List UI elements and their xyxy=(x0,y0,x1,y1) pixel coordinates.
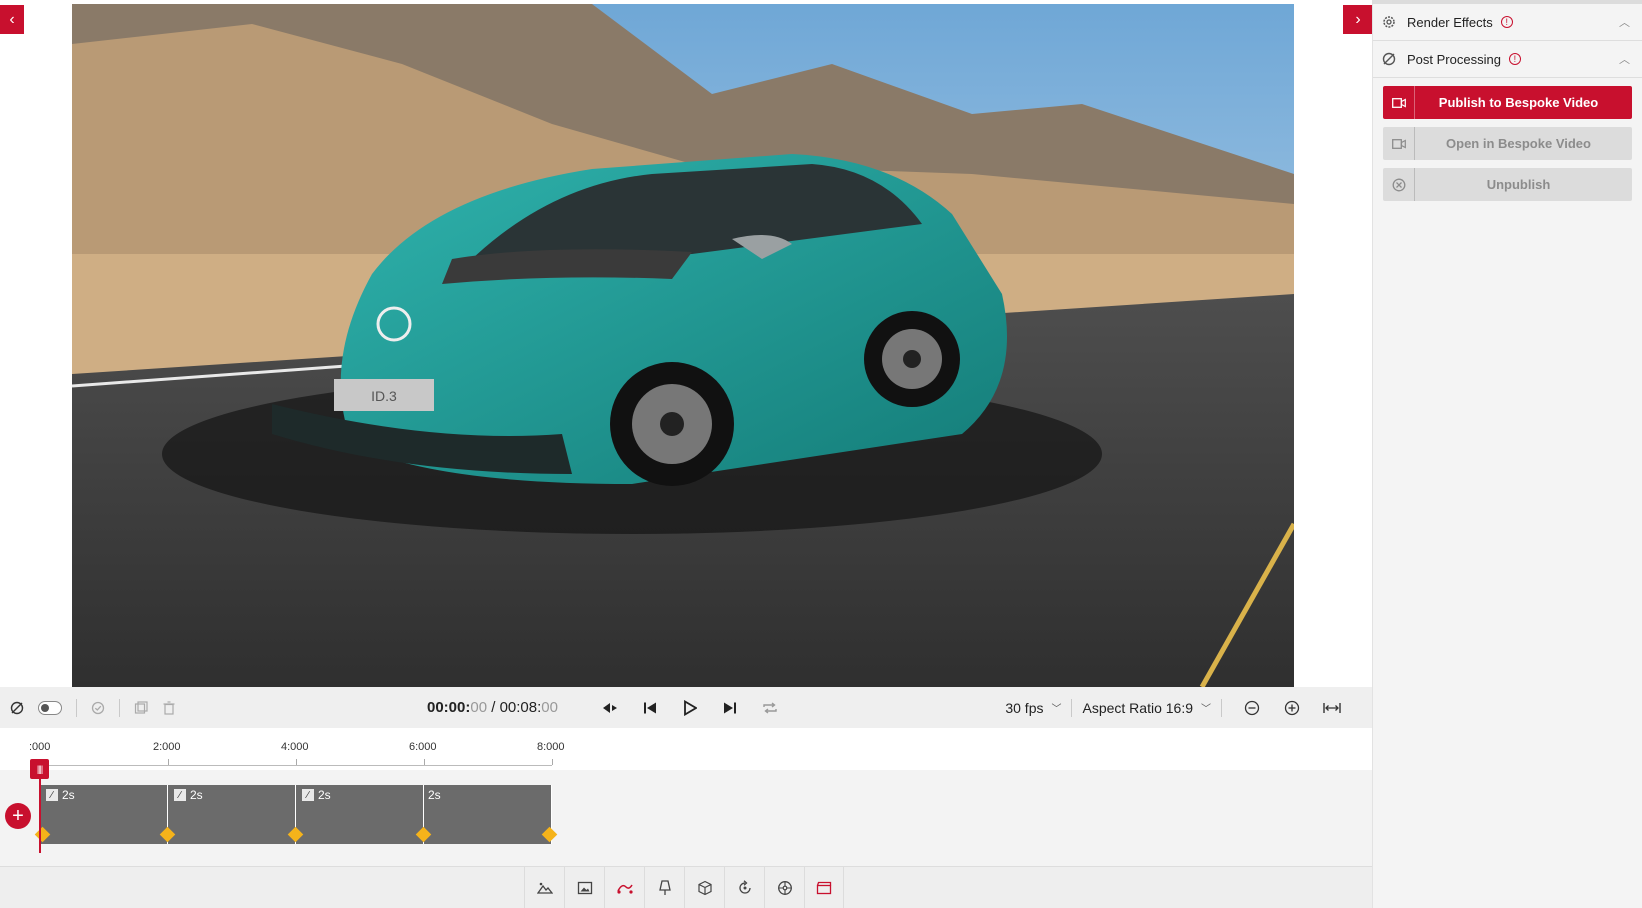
ruler-baseline xyxy=(40,765,552,766)
clip-duration: 2s xyxy=(318,788,331,802)
ruler-tick xyxy=(168,759,169,765)
fps-dropdown[interactable]: 30 fps ﹀ xyxy=(1005,700,1061,716)
chevron-left-icon: ‹ xyxy=(9,10,15,28)
viewer-area: ID.3 ‹ › xyxy=(0,0,1373,687)
video-camera-icon xyxy=(1383,127,1415,160)
terrain-icon[interactable] xyxy=(524,867,564,908)
clapperboard-icon[interactable] xyxy=(804,867,844,908)
check-circle-icon[interactable] xyxy=(91,701,105,715)
current-frames: 00 xyxy=(470,699,488,716)
clip-duration: 2s xyxy=(428,788,441,802)
playback-controls xyxy=(590,687,790,728)
collapse-left-panel-button[interactable]: ‹ xyxy=(0,5,24,34)
total-frames: 00 xyxy=(541,699,558,716)
total-time: 00:08: xyxy=(499,699,542,716)
time-separator: / xyxy=(487,699,500,716)
visibility-off-icon[interactable] xyxy=(10,701,24,715)
timeline-tools xyxy=(10,687,190,728)
cube-icon[interactable] xyxy=(684,867,724,908)
divider xyxy=(1071,698,1073,717)
skip-to-end-icon[interactable] xyxy=(710,701,750,715)
post-processing-label: Post Processing xyxy=(1407,51,1501,67)
transport-bar: 00:00:00 / 00:08:00 30 fps ﹀ Aspect Rati… xyxy=(0,687,1372,728)
clip-duration: 2s xyxy=(190,788,203,802)
mode-tools xyxy=(524,867,844,908)
trash-icon[interactable] xyxy=(162,700,176,715)
wheel-icon[interactable] xyxy=(764,867,804,908)
publish-button-label: Publish to Bespoke Video xyxy=(1438,95,1599,110)
open-button-label: Open in Bespoke Video xyxy=(1446,136,1591,151)
ease-curve-icon: ∕ xyxy=(46,789,58,801)
clip-duration: 2s xyxy=(62,788,75,802)
section-render-effects[interactable]: Render Effects ! ︿ xyxy=(1373,4,1642,41)
chevron-right-icon: › xyxy=(1355,10,1361,28)
animation-icon[interactable] xyxy=(604,867,644,908)
timeline-clip[interactable]: ∕ 2s xyxy=(296,785,424,844)
chevron-down-icon: ﹀ xyxy=(1051,704,1062,715)
timeline-clip[interactable]: ∕ 2s xyxy=(168,785,296,844)
ruler-label: 4:000 xyxy=(281,741,309,753)
car-scene-image: ID.3 xyxy=(72,4,1294,687)
zoom-in-icon[interactable] xyxy=(1272,700,1312,716)
timeline-clip[interactable]: ∕ 2s xyxy=(40,785,168,844)
chevron-down-icon: ﹀ xyxy=(1201,704,1211,715)
divider xyxy=(1221,698,1222,717)
info-icon[interactable]: ! xyxy=(1508,53,1521,65)
render-effects-label: Render Effects xyxy=(1407,14,1493,30)
play-icon[interactable] xyxy=(670,699,710,716)
view-controls: 30 fps ﹀ Aspect Ratio 16:9 ﹀ xyxy=(1005,687,1352,728)
open-in-bespoke-button[interactable]: Open in Bespoke Video xyxy=(1383,127,1632,160)
aspect-ratio-dropdown[interactable]: Aspect Ratio 16:9 ﹀ xyxy=(1082,700,1211,716)
timecode-display: 00:00:00 / 00:08:00 xyxy=(427,699,558,716)
post-processing-icon xyxy=(1381,51,1397,67)
chevron-up-icon[interactable]: ︿ xyxy=(1619,14,1630,30)
ruler-label: :000 xyxy=(29,741,51,753)
playhead-handle[interactable]: |||| xyxy=(30,759,49,779)
unpublish-button[interactable]: Unpublish xyxy=(1383,168,1632,201)
fit-width-icon[interactable] xyxy=(1312,701,1352,715)
chevron-up-icon[interactable]: ︿ xyxy=(1619,51,1630,67)
ruler-label: 8:000 xyxy=(537,741,565,753)
aspect-ratio-value: Aspect Ratio 16:9 xyxy=(1082,699,1193,716)
gear-icon xyxy=(1381,14,1397,30)
publish-button[interactable]: Publish to Bespoke Video xyxy=(1383,86,1632,119)
ruler-tick xyxy=(424,759,425,765)
ruler-tick xyxy=(552,759,553,765)
video-camera-icon xyxy=(1383,86,1415,119)
loop-icon[interactable] xyxy=(750,701,790,715)
ease-curve-icon: ∕ xyxy=(174,789,186,801)
ruler-label: 6:000 xyxy=(409,741,437,753)
skip-to-start-icon[interactable] xyxy=(630,701,670,715)
unpublish-button-label: Unpublish xyxy=(1486,177,1551,192)
info-icon[interactable]: ! xyxy=(1500,16,1513,28)
viewport-render[interactable]: ID.3 xyxy=(72,4,1294,687)
right-panel: Render Effects ! ︿ Post Processing ! ︿ P… xyxy=(1372,4,1642,908)
rotate-icon[interactable] xyxy=(724,867,764,908)
step-back-icon[interactable] xyxy=(590,701,630,715)
image-icon[interactable] xyxy=(564,867,604,908)
ruler-label: 2:000 xyxy=(153,741,181,753)
close-circle-icon xyxy=(1383,168,1415,201)
ease-curve-icon: ∕ xyxy=(302,789,314,801)
bottom-toolbar xyxy=(0,866,1372,908)
zoom-out-icon[interactable] xyxy=(1232,700,1272,716)
divider xyxy=(76,698,77,717)
divider xyxy=(119,698,120,717)
playhead-line xyxy=(39,778,41,853)
overlay-toggle[interactable] xyxy=(38,700,62,715)
light-icon[interactable] xyxy=(644,867,684,908)
app-window: ID.3 ‹ › Render Effects ! ︿ Post Process… xyxy=(0,0,1642,908)
timeline-ruler[interactable]: :000 2:000 4:000 6:000 8:000 xyxy=(0,728,1372,770)
section-post-processing[interactable]: Post Processing ! ︿ xyxy=(1373,41,1642,78)
add-keyframe-button[interactable]: + xyxy=(5,803,31,829)
ruler-tick xyxy=(296,759,297,765)
collapse-right-panel-button[interactable]: › xyxy=(1343,5,1373,34)
timeline-clip[interactable]: 2s xyxy=(424,785,552,844)
fps-value: 30 fps xyxy=(1005,699,1044,716)
license-plate: ID.3 xyxy=(371,388,397,404)
duplicate-icon[interactable] xyxy=(134,700,148,715)
current-time: 00:00: xyxy=(427,699,471,716)
